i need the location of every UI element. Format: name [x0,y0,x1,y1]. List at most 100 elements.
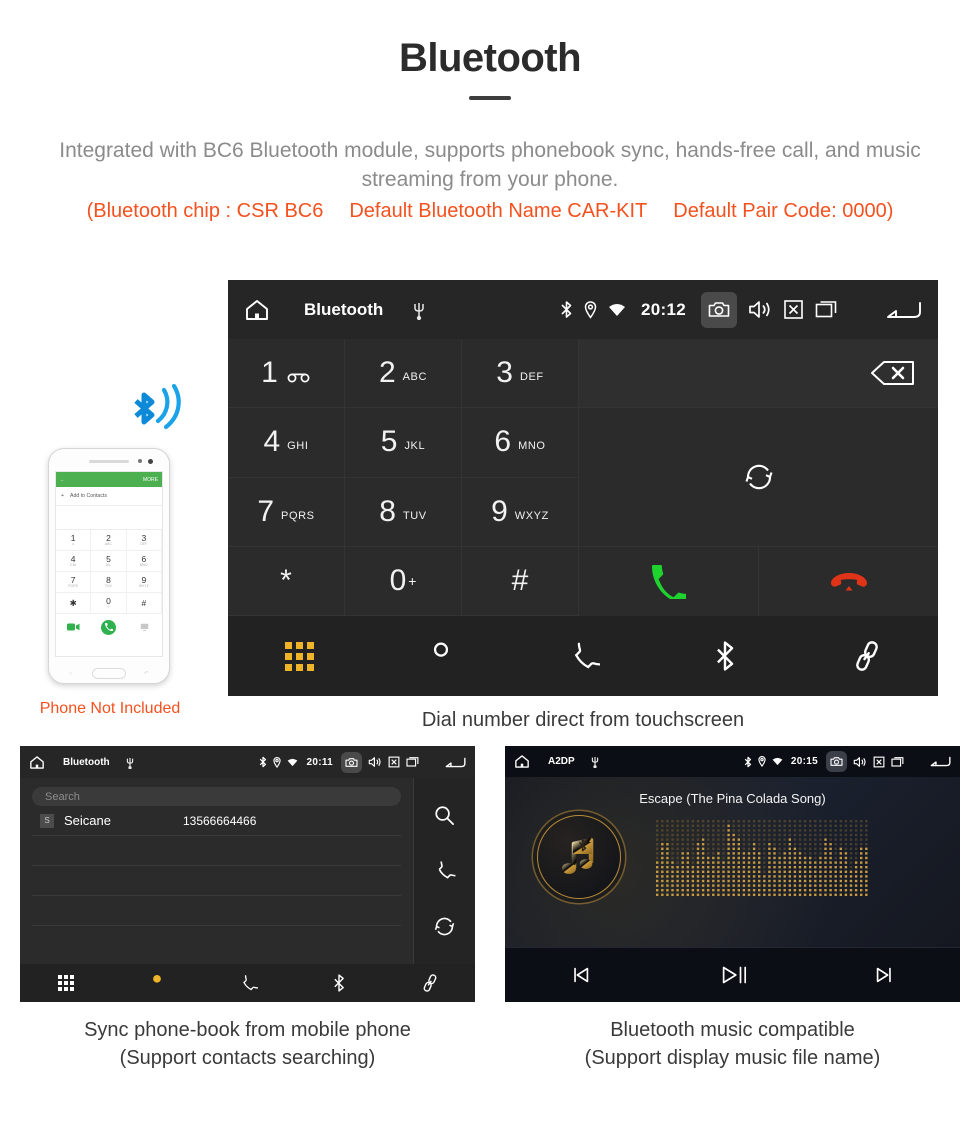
home-icon[interactable] [514,754,530,769]
redial-sync-button[interactable] [579,408,938,547]
phone-key[interactable]: 8 TUV [91,572,127,593]
nav-bluetooth[interactable] [654,639,796,673]
phone-add-contacts-row[interactable]: + Add to Contacts [56,487,162,506]
nav-contacts[interactable] [111,973,202,993]
next-track-button[interactable] [808,964,960,986]
search-icon[interactable] [433,804,456,827]
key-2[interactable]: 2 ABC [345,339,462,409]
phone-key[interactable]: 5 JKL [91,551,127,572]
phone-key[interactable]: 6 MNO [126,551,162,572]
sync-icon[interactable] [433,915,456,938]
camera-icon[interactable] [701,291,737,328]
main-navbar[interactable] [228,616,938,696]
back-arrow-icon[interactable] [444,756,466,769]
back-arrow-icon[interactable] [929,755,951,768]
key-9[interactable]: 9 WXYZ [462,477,579,547]
main-keypad[interactable]: 1 2 ABC 3 DEF 4 GHI 5 JKL 6 MNO 7 PQRS 8 TUV 9 WXYZ * 0 + # [228,339,579,616]
key-8[interactable]: 8 TUV [345,477,462,547]
phone-number-field[interactable] [56,506,162,530]
song-title: Escape (The Pina Colada Song) [639,791,826,806]
next-track-icon [873,964,895,986]
home-icon[interactable] [244,298,270,322]
phone-key[interactable]: 3 DEF [126,530,162,551]
phone-key[interactable]: # [126,593,162,614]
back-arrow-icon[interactable]: ← [60,477,65,483]
nav-link[interactable] [796,639,938,673]
keyboard-icon[interactable] [127,623,162,632]
phone-key[interactable]: 7 PQRS [56,572,92,593]
phone-more-label[interactable]: MORE [143,477,158,483]
volume-icon[interactable] [368,756,382,768]
phonebook-navbar[interactable] [20,964,475,1002]
phone-key[interactable]: 2 ABC [91,530,127,551]
call-log-icon[interactable] [433,859,456,882]
key-1[interactable]: 1 [228,339,345,409]
page-subtitle: Integrated with BC6 Bluetooth module, su… [59,139,921,191]
phone-key[interactable]: 4 GHI [56,551,92,572]
bluetooth-icon [329,973,349,993]
recents-icon[interactable] [815,299,839,320]
key-6[interactable]: 6 MNO [462,408,579,478]
recents-icon[interactable] [891,756,905,768]
key-letters: DEF [519,371,544,384]
key-5[interactable]: 5 JKL [345,408,462,478]
keypad-icon [284,641,314,671]
key-7[interactable]: 7 PQRS [228,477,345,547]
phone-key-digit: 9 [141,574,147,585]
nav-keypad[interactable] [228,641,370,671]
plus-superscript-icon: + [408,572,417,589]
close-box-icon[interactable] [873,756,885,768]
number-display[interactable] [579,339,938,408]
phone-call-button[interactable] [91,619,126,635]
key-star[interactable]: * [228,546,345,616]
phone-home-button[interactable] [92,668,126,679]
home-icon[interactable] [29,755,45,770]
phone-key[interactable]: 0 + [91,593,127,614]
phone-key-digit: # [141,597,147,608]
play-pause-button[interactable] [657,961,809,989]
wifi-icon [772,757,783,766]
phone-key[interactable]: 1 ∞ [56,530,92,551]
close-box-icon[interactable] [783,299,804,320]
hangup-button[interactable] [759,547,938,616]
close-box-icon[interactable] [388,756,400,768]
nav-call-log[interactable] [512,639,654,673]
video-call-icon[interactable] [56,623,91,631]
phone-key-digit: 7 [70,574,76,585]
key-digit: # [511,563,529,597]
contact-row[interactable]: S Seicane 13566664466 [32,806,401,836]
nav-link[interactable] [384,973,475,993]
search-input[interactable]: Search [32,787,401,806]
key-digit: * [280,563,292,597]
nav-contacts[interactable] [370,639,512,673]
previous-track-button[interactable] [505,964,657,986]
spec-pair-code: Default Pair Code: 0000) [673,200,894,222]
volume-icon[interactable] [748,299,772,320]
call-button[interactable] [579,547,759,616]
phone-keypad[interactable]: 1 ∞ 2 ABC 3 DEF 4 GHI 5 JKL 6 MNO 7 PQRS 8 TUV 9 WXYZ ✱ 0 + # [56,530,162,614]
back-arrow-icon[interactable] [884,299,922,321]
recents-icon[interactable] [406,756,420,768]
volume-icon[interactable] [853,756,867,768]
phone-camera [148,459,153,464]
camera-icon[interactable] [341,751,362,773]
phone-key[interactable]: 9 WXYZ [126,572,162,593]
main-clock: 20:12 [641,299,686,319]
music-statusbar: A2DP 20:15 [505,746,960,777]
key-3[interactable]: 3 DEF [462,339,579,409]
phonebook-unit: Bluetooth 20:11 Search S Seicane 1356666… [20,746,475,1002]
link-icon [850,639,884,673]
backspace-icon[interactable] [870,359,916,387]
nav-keypad[interactable] [20,975,111,991]
nav-call-log[interactable] [202,973,293,993]
phone-key[interactable]: ✱ [56,593,92,614]
camera-icon[interactable] [826,751,847,772]
key-0[interactable]: 0 + [345,546,462,616]
nav-bluetooth[interactable] [293,973,384,993]
key-hash[interactable]: # [462,546,579,616]
usb-icon [126,756,134,769]
key-4[interactable]: 4 GHI [228,408,345,478]
bluetooth-feature-page: Bluetooth Integrated with BC6 Bluetooth … [0,0,980,1134]
key-digit: 0 [389,563,407,597]
phone-key-digit: 3 [141,532,147,543]
